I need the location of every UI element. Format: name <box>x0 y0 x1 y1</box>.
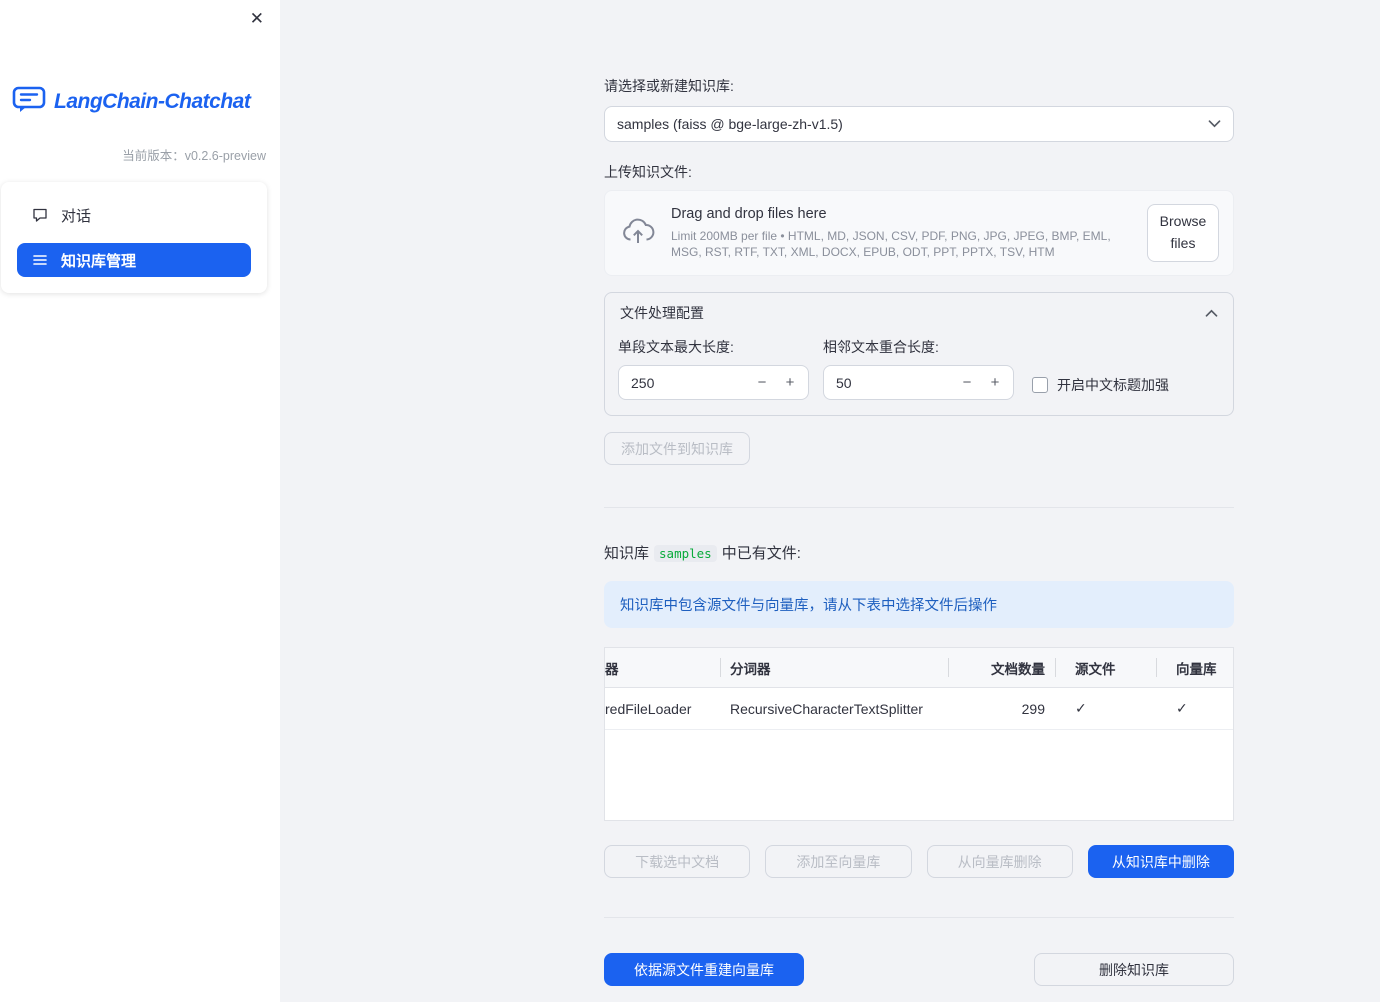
kb-select-label: 请选择或新建知识库: <box>604 78 734 94</box>
divider <box>604 507 1234 508</box>
logo: LangChain-Chatchat <box>12 86 280 117</box>
col-source-file: 源文件 <box>1055 648 1156 687</box>
download-selected-button[interactable]: 下载选中文档 <box>604 845 751 878</box>
chunk-size-input[interactable]: 250 − + <box>618 365 809 400</box>
version-text: 当前版本：v0.2.6-preview <box>122 149 266 163</box>
info-banner: 知识库中包含源文件与向量库，请从下表中选择文件后操作 <box>604 581 1234 628</box>
cell-vector-check: ✓ <box>1176 700 1188 716</box>
increment-button[interactable]: + <box>981 373 1009 392</box>
logo-text: LangChain-Chatchat <box>54 89 251 113</box>
file-config-expander: 文件处理配置 单段文本最大长度: 250 − + 相邻文本重合长度: 50 − … <box>604 292 1234 416</box>
chunk-size-label: 单段文本最大长度: <box>618 339 734 355</box>
add-to-vector-button[interactable]: 添加至向量库 <box>765 845 912 878</box>
sidebar-item-knowledge-base[interactable]: 知识库管理 <box>17 243 251 277</box>
chunk-size-field: 单段文本最大长度: 250 − + <box>618 337 809 400</box>
sidebar-close-button[interactable]: ✕ <box>246 6 268 31</box>
kb-actions: 依据源文件重建向量库 删除知识库 <box>604 953 1234 986</box>
sidebar-item-label: 对话 <box>61 207 92 225</box>
kb-files-heading: 知识库 samples 中已有文件: <box>604 542 1234 563</box>
divider <box>604 917 1234 918</box>
kb-files-prefix: 知识库 <box>604 545 650 562</box>
cell-doc-count: 299 <box>1021 700 1045 717</box>
files-table[interactable]: 器 分词器 文档数量 源文件 向量库 redFileLoader Recursi… <box>604 647 1234 821</box>
expander-title: 文件处理配置 <box>620 305 704 321</box>
sidebar-menu: 对话 知识库管理 <box>1 182 267 293</box>
delete-from-vector-button[interactable]: 从向量库删除 <box>926 845 1073 878</box>
logo-chat-icon <box>12 86 46 117</box>
cell-loader: redFileLoader <box>605 700 692 717</box>
chevron-down-icon <box>1208 120 1221 128</box>
cell-splitter: RecursiveCharacterTextSplitter <box>730 700 923 717</box>
chunk-size-value: 250 <box>631 374 655 391</box>
chevron-up-icon <box>1205 309 1218 317</box>
file-uploader-dropzone[interactable]: Drag and drop files here Limit 200MB per… <box>604 190 1234 276</box>
col-vector-store: 向量库 <box>1156 648 1233 687</box>
checkbox-icon[interactable] <box>1032 377 1048 393</box>
cloud-upload-icon <box>621 218 655 248</box>
table-row[interactable]: redFileLoader RecursiveCharacterTextSpli… <box>605 688 1233 730</box>
zh-title-label: 开启中文标题加强 <box>1057 377 1169 393</box>
increment-button[interactable]: + <box>776 373 804 392</box>
main-area: 请选择或新建知识库: samples (faiss @ bge-large-zh… <box>280 0 1380 1002</box>
col-doc-count: 文档数量 <box>948 648 1055 687</box>
zh-title-checkbox[interactable]: 开启中文标题加强 <box>1032 370 1220 400</box>
info-text: 知识库中包含源文件与向量库，请从下表中选择文件后操作 <box>620 598 997 614</box>
overlap-size-label: 相邻文本重合长度: <box>823 339 939 355</box>
kb-select-value: samples (faiss @ bge-large-zh-v1.5) <box>617 116 843 132</box>
upload-label: 上传知识文件: <box>604 164 692 180</box>
overlap-size-value: 50 <box>836 374 852 391</box>
list-icon <box>33 255 47 265</box>
chat-bubble-icon <box>33 208 47 222</box>
col-splitter: 分词器 <box>720 648 948 687</box>
file-actions: 下载选中文档 添加至向量库 从向量库删除 从知识库中删除 <box>604 845 1234 878</box>
uploader-title: Drag and drop files here <box>671 205 827 222</box>
col-loader: 器 <box>605 661 619 677</box>
cell-source-check: ✓ <box>1075 700 1087 716</box>
kb-select[interactable]: samples (faiss @ bge-large-zh-v1.5) <box>604 106 1234 142</box>
expander-header[interactable]: 文件处理配置 <box>605 293 1233 333</box>
kb-files-suffix: 中已有文件: <box>721 545 801 562</box>
uploader-limit: Limit 200MB per file • HTML, MD, JSON, C… <box>671 228 1111 259</box>
browse-files-button[interactable]: Browse files <box>1147 204 1219 262</box>
uploader-texts: Drag and drop files here Limit 200MB per… <box>671 206 1131 260</box>
delete-from-kb-button[interactable]: 从知识库中删除 <box>1087 845 1234 878</box>
add-files-button[interactable]: 添加文件到知识库 <box>604 432 750 465</box>
kb-name-code: samples <box>654 545 717 562</box>
sidebar: ✕ LangChain-Chatchat 当前版本：v0.2.6-preview… <box>0 0 280 1002</box>
rebuild-vector-button[interactable]: 依据源文件重建向量库 <box>604 953 804 986</box>
overlap-size-field: 相邻文本重合长度: 50 − + <box>823 337 1014 400</box>
expander-body: 单段文本最大长度: 250 − + 相邻文本重合长度: 50 − + 开启中文标… <box>605 333 1233 415</box>
table-header: 器 分词器 文档数量 源文件 向量库 <box>605 648 1233 688</box>
overlap-size-input[interactable]: 50 − + <box>823 365 1014 400</box>
sidebar-item-dialogue[interactable]: 对话 <box>17 198 251 232</box>
delete-kb-button[interactable]: 删除知识库 <box>1034 953 1234 986</box>
decrement-button[interactable]: − <box>953 373 981 392</box>
decrement-button[interactable]: − <box>748 373 776 392</box>
sidebar-item-label: 知识库管理 <box>61 252 137 270</box>
